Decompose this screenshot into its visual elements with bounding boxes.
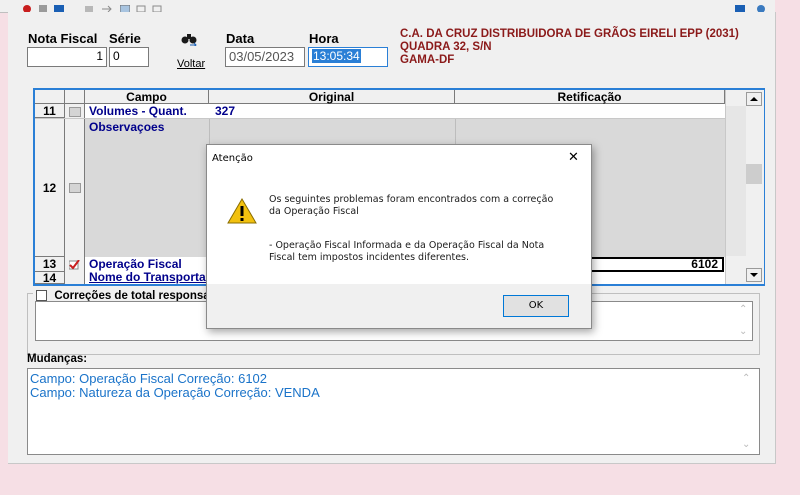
scroll-thumb[interactable] bbox=[746, 164, 762, 184]
row-selector[interactable] bbox=[65, 257, 85, 272]
chevron-up-icon[interactable]: ⌃ bbox=[742, 373, 750, 384]
dialog-titlebar: Atenção ✕ bbox=[207, 145, 591, 172]
scroll-up-button[interactable] bbox=[746, 92, 762, 106]
help-icon[interactable] bbox=[735, 2, 745, 13]
page-icon[interactable] bbox=[38, 2, 48, 13]
correcoes-legend: Correções de total responsal bbox=[33, 288, 216, 302]
row-number: 12 bbox=[35, 119, 65, 257]
warning-dialog: Atenção ✕ Os seguintes problemas foram e… bbox=[206, 144, 592, 329]
serie-label: Série bbox=[109, 31, 141, 46]
correcoes-scrollbar[interactable]: ⌃ ⌄ bbox=[736, 302, 752, 340]
dialog-detail-line: Fiscal tem impostos incidentes diferente… bbox=[269, 252, 470, 263]
grid-cell-campo: Volumes - Quant. bbox=[89, 104, 187, 118]
warning-icon bbox=[227, 198, 257, 227]
nota-fiscal-label: Nota Fiscal bbox=[28, 31, 98, 46]
grid-header-check bbox=[65, 90, 85, 104]
voltar-label: Voltar bbox=[177, 58, 206, 70]
tool-icon-1[interactable] bbox=[84, 2, 94, 12]
row-selector[interactable] bbox=[65, 104, 85, 118]
binoculars-icon bbox=[181, 32, 197, 49]
data-label: Data bbox=[226, 31, 255, 46]
hora-value: 13:05:34 bbox=[312, 49, 361, 63]
grid-header-campo: Campo bbox=[85, 90, 209, 104]
arrow-icon[interactable] bbox=[102, 2, 112, 13]
correcoes-checkbox[interactable] bbox=[36, 290, 47, 302]
ok-button[interactable]: OK bbox=[503, 295, 569, 317]
checkbox-icon[interactable] bbox=[69, 183, 81, 193]
dialog-message-line: da Operação Fiscal bbox=[269, 206, 359, 217]
tool-icon-3[interactable] bbox=[152, 2, 162, 13]
scroll-down-button[interactable] bbox=[746, 268, 762, 282]
voltar-button[interactable]: Voltar bbox=[175, 30, 206, 72]
chevron-up-icon[interactable]: ⌃ bbox=[739, 304, 747, 315]
scroll-gutter bbox=[726, 106, 746, 256]
row-number: 13 bbox=[35, 257, 65, 272]
image-icon[interactable] bbox=[119, 2, 131, 14]
grid-cell-campo: Nome do Transportado bbox=[89, 270, 221, 284]
grid-scrollbar[interactable] bbox=[725, 90, 764, 284]
data-field[interactable]: 03/05/2023 bbox=[225, 47, 305, 67]
mudancas-line: Campo: Operação Fiscal Correção: 6102 bbox=[30, 371, 268, 386]
row-selector[interactable] bbox=[65, 272, 85, 284]
serie-field[interactable]: 0 bbox=[109, 47, 149, 67]
dialog-message-line: Os seguintes problemas foram encontrados… bbox=[269, 194, 554, 205]
mudancas-label: Mudanças: bbox=[27, 353, 88, 365]
row-number: 11 bbox=[35, 104, 65, 118]
company-address: QUADRA 32, S/N bbox=[400, 41, 492, 53]
grid-header-num bbox=[35, 90, 65, 104]
company-city: GAMA-DF bbox=[400, 54, 455, 66]
chevron-down-icon[interactable]: ⌄ bbox=[742, 439, 750, 450]
hora-label: Hora bbox=[309, 31, 339, 46]
chevron-down-icon[interactable]: ⌄ bbox=[739, 326, 747, 337]
tool-icon-2[interactable] bbox=[136, 2, 146, 13]
checked-icon[interactable] bbox=[68, 259, 80, 273]
exit-icon[interactable] bbox=[756, 2, 766, 13]
save-icon[interactable] bbox=[54, 2, 64, 13]
record-icon[interactable] bbox=[22, 2, 32, 13]
grid-cell-campo: Observaçoes bbox=[89, 120, 165, 134]
grid-header-original: Original bbox=[209, 90, 455, 104]
dialog-body: Os seguintes problemas foram encontrados… bbox=[207, 172, 591, 284]
dialog-title: Atenção bbox=[212, 153, 253, 164]
dialog-detail-line: - Operação Fiscal Informada e da Operaçã… bbox=[269, 240, 545, 251]
mudancas-line: Campo: Natureza da Operação Correção: VE… bbox=[30, 385, 320, 400]
grid-cell-original: 327 bbox=[215, 104, 236, 118]
close-icon[interactable]: ✕ bbox=[568, 150, 579, 165]
grid-header-retificacao: Retificação bbox=[455, 90, 725, 104]
row-selector[interactable] bbox=[65, 119, 85, 257]
checkbox-icon[interactable] bbox=[69, 107, 81, 117]
mudancas-textarea[interactable]: Campo: Operação Fiscal Correção: 6102 Ca… bbox=[27, 368, 760, 455]
hora-field[interactable]: 13:05:34 bbox=[308, 47, 388, 67]
nota-fiscal-field[interactable]: 1 bbox=[27, 47, 107, 67]
company-name: C.A. DA CRUZ DISTRIBUIDORA DE GRÃOS EIRE… bbox=[400, 28, 739, 40]
row-number: 14 bbox=[35, 272, 65, 284]
